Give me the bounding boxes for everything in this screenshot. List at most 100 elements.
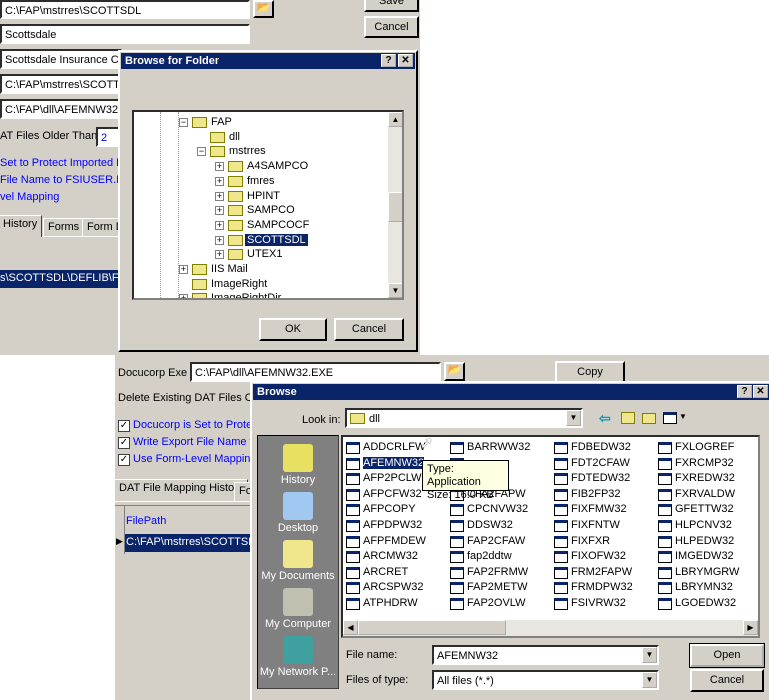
grid-selected-row[interactable]: C:\FAP\mstrres\SCOTTSDL\ bbox=[125, 534, 255, 552]
grid-selected-row[interactable]: s\SCOTTSDL\DEFLIB\FORM bbox=[0, 270, 122, 288]
file-item[interactable]: HLPEDW32 bbox=[675, 535, 734, 547]
tree-expander[interactable]: + bbox=[215, 176, 224, 186]
tree-item[interactable]: mstrres bbox=[227, 145, 268, 157]
option-protect[interactable]: Set to Protect Imported Dat bbox=[0, 157, 133, 169]
scroll-down-icon[interactable]: ▼ bbox=[388, 283, 402, 298]
folder-cancel-button[interactable]: Cancel bbox=[334, 318, 404, 341]
file-item[interactable]: fap2ddtw bbox=[467, 550, 512, 562]
ok-button[interactable]: OK bbox=[259, 318, 327, 341]
tree-item[interactable]: fmres bbox=[245, 175, 277, 187]
checkbox-form-level[interactable]: ✓ bbox=[118, 454, 130, 466]
up-folder-icon[interactable] bbox=[621, 412, 635, 424]
help-button[interactable]: ? bbox=[381, 54, 396, 67]
file-item[interactable]: FXREDW32 bbox=[675, 472, 735, 484]
tree-item[interactable]: A4SAMPCO bbox=[245, 160, 310, 172]
file-item[interactable]: ARCSPW32 bbox=[363, 581, 424, 593]
place-desktop[interactable]: Desktop bbox=[258, 492, 338, 534]
file-item[interactable]: HLPCNV32 bbox=[675, 519, 732, 531]
file-item[interactable]: AFEMNW32 bbox=[363, 456, 425, 469]
file-item[interactable]: FXLOGREF bbox=[675, 441, 734, 453]
file-item[interactable]: CPCNVW32 bbox=[467, 503, 528, 515]
scroll-thumb[interactable] bbox=[388, 192, 402, 222]
option-mapping[interactable]: vel Mapping bbox=[0, 191, 59, 203]
checkbox-write-export[interactable]: ✓ bbox=[118, 437, 130, 449]
place-my-computer[interactable]: My Computer bbox=[258, 588, 338, 630]
file-item[interactable]: LBRYMGRW bbox=[675, 566, 739, 578]
file-item[interactable]: FIB2FP32 bbox=[571, 488, 621, 500]
file-item[interactable]: DDSW32 bbox=[467, 519, 513, 531]
file-item[interactable]: FXRCMP32 bbox=[675, 457, 734, 469]
file-item[interactable]: ARCRET bbox=[363, 566, 408, 578]
file-item[interactable]: AFPDPW32 bbox=[363, 519, 422, 531]
save-button[interactable]: Save bbox=[364, 0, 419, 12]
place-my-network[interactable]: My Network P... bbox=[258, 636, 338, 678]
tree-item[interactable]: FAP bbox=[209, 116, 234, 128]
file-item[interactable]: FSIVRW32 bbox=[571, 597, 626, 609]
file-item[interactable]: FIXFXR bbox=[571, 535, 610, 547]
tree-expander[interactable]: − bbox=[179, 118, 188, 127]
file-item[interactable]: FIXFMW32 bbox=[571, 503, 627, 515]
close-button[interactable]: ✕ bbox=[398, 54, 413, 67]
tree-item[interactable]: ImageRight bbox=[209, 278, 269, 290]
file-item[interactable]: FIXOFW32 bbox=[571, 550, 626, 562]
exe-input[interactable]: C:\FAP\dll\AFEMNW32.EXI bbox=[0, 99, 122, 119]
cancel-button[interactable]: Cancel bbox=[364, 16, 419, 38]
scroll-right-icon[interactable]: ▶ bbox=[743, 620, 758, 635]
horizontal-scrollbar[interactable]: ◀ ▶ bbox=[343, 620, 758, 636]
tree-item[interactable]: IIS Mail bbox=[209, 263, 250, 275]
file-item[interactable]: FRM2FAPW bbox=[571, 566, 632, 578]
tree-expander[interactable]: + bbox=[215, 206, 224, 216]
chevron-down-icon[interactable]: ▼ bbox=[642, 672, 657, 688]
file-item[interactable]: AFP2PCLW bbox=[363, 472, 421, 484]
tree-item[interactable]: ImageRightDir bbox=[209, 292, 283, 298]
file-item[interactable]: FAP2FRMW bbox=[467, 566, 528, 578]
tree-item[interactable]: HPINT bbox=[245, 190, 282, 202]
look-in-dropdown[interactable]: dll ▼ bbox=[345, 408, 583, 428]
checkbox-protect[interactable]: ✓ bbox=[118, 420, 130, 432]
file-item[interactable]: FAP2METW bbox=[467, 581, 528, 593]
tab-forms[interactable]: Forms bbox=[43, 218, 85, 236]
scroll-left-icon[interactable]: ◀ bbox=[343, 620, 358, 635]
file-item[interactable]: BARRWW32 bbox=[467, 441, 530, 453]
file-type-dropdown[interactable]: All files (*.*) ▼ bbox=[432, 670, 659, 690]
tree-item[interactable]: SCOTTSDL bbox=[245, 233, 308, 246]
file-item[interactable]: ARCMW32 bbox=[363, 550, 418, 562]
tree-expander[interactable]: + bbox=[215, 235, 224, 245]
scroll-thumb[interactable] bbox=[358, 620, 506, 635]
view-menu-icon[interactable] bbox=[663, 412, 677, 424]
chevron-down-icon[interactable]: ▼ bbox=[642, 647, 657, 663]
place-my-documents[interactable]: My Documents bbox=[258, 540, 338, 582]
open-button[interactable]: Open bbox=[689, 643, 765, 668]
file-item[interactable]: IMGEDW32 bbox=[675, 550, 734, 562]
scroll-up-icon[interactable]: ▲ bbox=[388, 112, 402, 127]
view-menu-chevron-icon[interactable]: ▼ bbox=[679, 412, 687, 421]
file-item[interactable]: FRMDPW32 bbox=[571, 581, 633, 593]
chevron-down-icon[interactable]: ▼ bbox=[566, 410, 581, 426]
tree-item[interactable]: UTEX1 bbox=[245, 248, 284, 260]
name-input[interactable]: Scottsdale bbox=[0, 24, 250, 44]
tree-expander[interactable]: + bbox=[215, 162, 224, 172]
docucorp-exe-input[interactable]: C:\FAP\dll\AFEMNW32.EXE bbox=[190, 362, 441, 382]
file-cancel-button[interactable]: Cancel bbox=[690, 669, 764, 692]
tree-expander[interactable]: + bbox=[215, 220, 224, 230]
file-item[interactable]: LGOEDW32 bbox=[675, 597, 736, 609]
file-item[interactable]: ATPHDRW bbox=[363, 597, 418, 609]
tree-item[interactable]: dll bbox=[227, 131, 242, 143]
tab-form-d[interactable]: Form D bbox=[82, 218, 122, 236]
tree-expander[interactable]: + bbox=[215, 191, 224, 201]
tree-expander[interactable]: + bbox=[179, 265, 188, 274]
tree-item[interactable]: SAMPCO bbox=[245, 204, 297, 216]
file-item[interactable]: FIXFNTW bbox=[571, 519, 620, 531]
tab-history[interactable]: History bbox=[0, 215, 43, 237]
file-item[interactable]: AFPCFW32 bbox=[363, 488, 422, 500]
file-list[interactable]: ◀ ▶ ADDCRLFW AFEMNW32 AFP2PCLW AFPCFW32 AFPC… bbox=[341, 435, 760, 638]
tree-expander[interactable]: − bbox=[197, 147, 206, 157]
path2-input[interactable]: C:\FAP\mstrres\SCOTTSD bbox=[0, 74, 122, 94]
file-item[interactable]: ADDCRLFW bbox=[363, 441, 425, 453]
file-item[interactable]: FAP2OVLW bbox=[467, 597, 525, 609]
file-item[interactable]: FAP2CFAW bbox=[467, 535, 525, 547]
file-item[interactable]: FDT2CFAW bbox=[571, 457, 630, 469]
tree-scrollbar[interactable]: ▲ ▼ bbox=[388, 112, 402, 298]
tab-dat-file-mapping-history[interactable]: DAT File Mapping History bbox=[115, 479, 249, 501]
place-history[interactable]: History bbox=[258, 444, 338, 486]
